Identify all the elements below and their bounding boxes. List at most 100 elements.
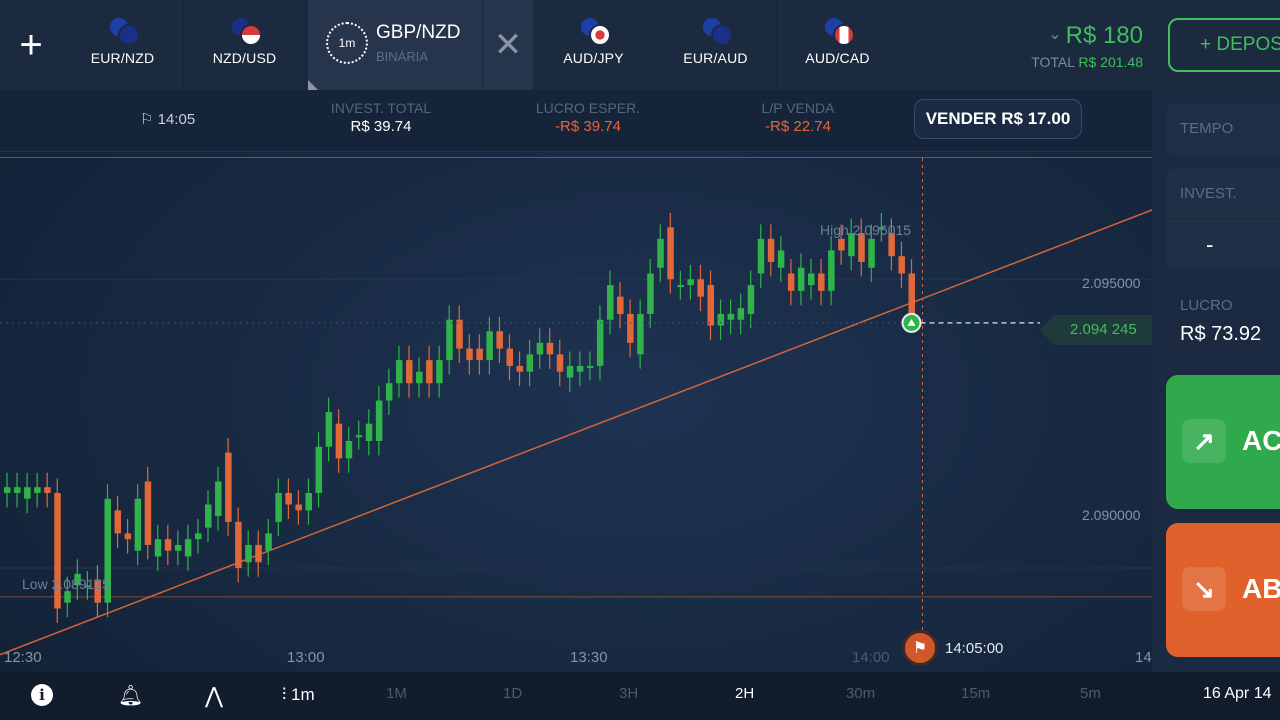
candle xyxy=(54,478,61,623)
candle xyxy=(4,472,11,508)
currency-flags-icon xyxy=(821,16,855,46)
buy-up-label: ACIMA xyxy=(1242,425,1280,456)
candle xyxy=(225,438,232,537)
candle xyxy=(114,495,122,548)
sell-button[interactable]: VENDER R$ 17.00 xyxy=(914,99,1082,139)
candle xyxy=(164,524,172,566)
timeframe-15m[interactable]: 15m xyxy=(961,685,990,702)
balance-total-value: R$ 201.48 xyxy=(1078,54,1143,70)
timeframe-3H[interactable]: 3H xyxy=(619,685,638,702)
candle xyxy=(617,282,624,329)
candle-interval-button[interactable]: ⫶ 1m xyxy=(282,685,315,705)
info-icon[interactable]: i xyxy=(31,684,53,706)
timeframe-1M[interactable]: 1M xyxy=(386,685,407,702)
active-asset-tab[interactable]: 1m GBP/NZD BINÁRIA ✕ xyxy=(308,0,533,90)
candle xyxy=(506,334,513,381)
trade-time-value: 14:05 xyxy=(157,111,196,128)
candle xyxy=(285,478,292,519)
price-chart[interactable] xyxy=(0,158,1152,672)
candle xyxy=(416,357,423,398)
time-selector[interactable]: TEMPO xyxy=(1166,103,1280,155)
asset-tab-aud-cad[interactable]: AUD/CAD xyxy=(777,0,899,90)
sell-down-button[interactable]: ↘ ABAIXO xyxy=(1166,523,1280,657)
candle xyxy=(24,472,31,514)
balance-display[interactable]: ⌄ R$ 180 TOTAL R$ 201.48 xyxy=(1031,22,1143,70)
timeframe-2H[interactable]: 2H xyxy=(735,685,754,702)
date-label: 16 Apr 14 xyxy=(1203,685,1272,702)
bell-icon[interactable]: 🔔︎ xyxy=(118,683,143,708)
asset-tab-nzd-usd[interactable]: NZD/USD xyxy=(184,0,306,90)
active-asset-type: BINÁRIA xyxy=(376,49,429,64)
current-price-label: 2.094 245 xyxy=(1040,315,1152,345)
asset-tab-aud-jpy[interactable]: AUD/JPY xyxy=(533,0,655,90)
candle xyxy=(707,270,714,340)
minus-button[interactable]: - xyxy=(1206,232,1213,258)
buy-up-button[interactable]: ↗ ACIMA xyxy=(1166,375,1280,509)
close-tab-icon[interactable]: ✕ xyxy=(482,0,533,90)
low-label: Low 2.089125 xyxy=(22,576,110,592)
candle xyxy=(546,328,554,369)
candle xyxy=(255,530,262,577)
timeframe-5m[interactable]: 5m xyxy=(1080,685,1101,702)
candle xyxy=(757,224,765,288)
candle xyxy=(576,351,584,387)
trendline xyxy=(0,209,1152,656)
balance-total-label: TOTAL xyxy=(1031,54,1075,70)
drawing-tool-icon[interactable]: ⋀ xyxy=(205,683,223,709)
pl-sell-label: L/P VENDA xyxy=(761,100,835,116)
expected-profit: LUCRO ESPER. -R$ 39.74 xyxy=(532,100,644,135)
time-tick: 13:30 xyxy=(570,649,608,666)
candle xyxy=(647,259,654,329)
expiry-time: 14:05:00 xyxy=(945,640,1004,657)
candle xyxy=(395,345,403,398)
asset-tab-label: EUR/AUD xyxy=(683,50,748,66)
candle xyxy=(486,316,493,375)
price-tick: 2.090000 xyxy=(1082,507,1141,523)
currency-flags-icon xyxy=(577,16,611,46)
currency-flags-icon xyxy=(106,16,140,46)
asset-tab-label: EUR/NZD xyxy=(90,50,155,66)
asset-tab-eur-nzd[interactable]: EUR/NZD xyxy=(62,0,184,90)
trade-info-bar: ⚐ 14:05 INVEST. TOTAL R$ 39.74 LUCRO ESP… xyxy=(0,90,1152,152)
sell-down-label: ABAIXO xyxy=(1242,573,1280,604)
candle-interval-label: 1m xyxy=(290,685,315,704)
currency-flags-icon xyxy=(228,16,262,46)
bottom-toolbar: i 🔔︎ ⋀ ⫶ 1m 1M 1D 3H 2H 30m 15m 5m 16 Ap… xyxy=(0,672,1280,720)
candle xyxy=(194,518,202,554)
candle xyxy=(375,386,383,456)
timeframe-1D[interactable]: 1D xyxy=(503,685,522,702)
tab-corner-marker xyxy=(308,80,318,90)
candle xyxy=(426,345,433,398)
add-asset-button[interactable]: + xyxy=(0,0,62,90)
timer-icon: 1m xyxy=(326,22,368,64)
candle xyxy=(476,334,483,375)
candle xyxy=(355,420,363,450)
candle xyxy=(657,224,664,283)
deposit-button[interactable]: + DEPOSITAR xyxy=(1168,18,1280,72)
candle xyxy=(305,478,312,525)
candle xyxy=(536,328,544,369)
trade-time: ⚐ 14:05 xyxy=(140,110,195,128)
candle xyxy=(335,409,343,473)
profit-value: R$ 73.92 xyxy=(1180,323,1262,345)
divider xyxy=(1166,218,1280,219)
candle xyxy=(406,345,413,398)
candle xyxy=(385,368,393,415)
trading-screen: + EUR/NZD NZD/USD 1m GBP/NZD BINÁRIA ✕ A… xyxy=(0,0,1280,720)
time-tick: 12:30 xyxy=(4,649,42,666)
arrow-up-right-icon: ↗ xyxy=(1182,419,1226,463)
candle xyxy=(787,259,795,306)
candle xyxy=(104,484,111,618)
candle xyxy=(677,270,684,300)
pl-sell: L/P VENDA -R$ 22.74 xyxy=(752,100,844,135)
candle xyxy=(184,524,192,571)
candle xyxy=(777,235,785,283)
timeframe-30m[interactable]: 30m xyxy=(846,685,875,702)
candle xyxy=(295,490,302,525)
candle xyxy=(697,264,704,312)
asset-tab-eur-aud[interactable]: EUR/AUD xyxy=(655,0,777,90)
candle xyxy=(436,345,443,398)
candle xyxy=(727,299,735,335)
chevron-down-icon[interactable]: ⌄ xyxy=(1048,24,1061,44)
candle xyxy=(446,305,453,375)
